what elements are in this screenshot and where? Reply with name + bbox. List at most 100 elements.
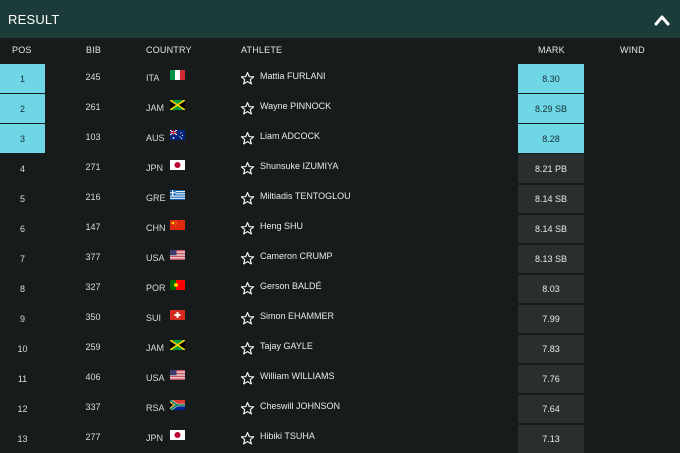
star-icon[interactable]	[240, 371, 255, 386]
table-row: 2 261 JAM Wayne PINNOCK 8.29 SB	[0, 94, 680, 123]
bib-cell: 103	[85, 132, 101, 142]
mark-cell: 7.76	[518, 364, 584, 393]
mark-cell: 8.28	[518, 124, 584, 153]
bib-cell: 261	[85, 102, 101, 112]
table-row: 1 245 ITA Mattia FURLANI 8.30	[0, 64, 680, 93]
country-code: RSA	[146, 403, 165, 413]
flag-icon	[170, 370, 185, 380]
star-icon[interactable]	[240, 101, 255, 116]
table-row: 6 147 CHN Heng SHU 8.14 SB	[0, 214, 680, 243]
athlete-name[interactable]: Cheswill JOHNSON	[260, 401, 340, 411]
star-icon[interactable]	[240, 191, 255, 206]
star-icon[interactable]	[240, 311, 255, 326]
position-cell: 13	[17, 433, 28, 444]
flag-icon	[170, 220, 185, 230]
athlete-name[interactable]: Mattia FURLANI	[260, 71, 326, 81]
star-icon[interactable]	[240, 131, 255, 146]
country-code: AUS	[146, 133, 165, 143]
table-row: 4 271 JPN Shunsuke IZUMIYA 8.21 PB	[0, 154, 680, 183]
flag-icon	[170, 70, 185, 80]
star-icon[interactable]	[240, 71, 255, 86]
position-cell: 5	[19, 193, 25, 204]
position-cell: 8	[19, 283, 25, 294]
star-icon[interactable]	[240, 281, 255, 296]
column-header-wind: WIND	[620, 45, 645, 55]
country-code: JAM	[146, 343, 164, 353]
position-cell: 9	[19, 313, 25, 324]
country-code: JPN	[146, 163, 164, 173]
position-cell: 6	[19, 223, 25, 234]
flag-icon	[170, 430, 185, 440]
flag-icon	[170, 160, 185, 170]
country-code: ITA	[146, 73, 160, 83]
bib-cell: 337	[85, 402, 101, 412]
bib-cell: 259	[85, 342, 101, 352]
athlete-name[interactable]: Cameron CRUMP	[260, 251, 333, 261]
star-icon[interactable]	[240, 161, 255, 176]
athlete-name[interactable]: Gerson BALDÉ	[260, 281, 322, 291]
mark-cell: 8.29 SB	[518, 94, 584, 123]
athlete-name[interactable]: Hibiki TSUHA	[260, 431, 315, 441]
flag-icon	[170, 130, 185, 140]
column-header-country: COUNTRY	[146, 45, 192, 55]
athlete-name[interactable]: Wayne PINNOCK	[260, 101, 331, 111]
position-cell: 10	[17, 343, 28, 354]
flag-icon	[170, 100, 185, 110]
flag-icon	[170, 280, 185, 290]
star-icon[interactable]	[240, 341, 255, 356]
bib-cell: 245	[85, 72, 101, 82]
flag-icon	[170, 400, 185, 410]
table-row: 13 277 JPN Hibiki TSUHA 7.13	[0, 424, 680, 453]
table-row: 9 350 SUI Simon EHAMMER 7.99	[0, 304, 680, 333]
flag-icon	[170, 190, 185, 200]
country-code: JPN	[146, 433, 164, 443]
bib-cell: 216	[85, 192, 101, 202]
mark-cell: 8.13 SB	[518, 244, 584, 273]
star-icon[interactable]	[240, 401, 255, 416]
country-code: USA	[146, 373, 165, 383]
position-cell: 3	[0, 124, 45, 153]
bib-cell: 406	[85, 372, 101, 382]
bib-cell: 277	[85, 432, 101, 442]
country-code: JAM	[146, 103, 164, 113]
country-code: USA	[146, 253, 165, 263]
flag-icon	[170, 340, 185, 350]
athlete-name[interactable]: Tajay GAYLE	[260, 341, 313, 351]
mark-cell: 7.83	[518, 334, 584, 363]
athlete-name[interactable]: Simon EHAMMER	[260, 311, 334, 321]
athlete-name[interactable]: Heng SHU	[260, 221, 303, 231]
flag-icon	[170, 310, 185, 320]
column-header-mark: MARK	[538, 45, 565, 55]
position-cell: 12	[17, 403, 28, 414]
athlete-name[interactable]: Miltiadis TENTOGLOU	[260, 191, 351, 201]
table-row: 5 216 GRE Miltiadis TENTOGLOU 8.14 SB	[0, 184, 680, 213]
mark-cell: 8.30	[518, 64, 584, 93]
mark-cell: 8.21 PB	[518, 154, 584, 183]
flag-icon	[170, 250, 185, 260]
country-code: GRE	[146, 193, 166, 203]
mark-cell: 7.13	[518, 424, 584, 453]
star-icon[interactable]	[240, 251, 255, 266]
table-row: 8 327 POR Gerson BALDÉ 8.03	[0, 274, 680, 303]
star-icon[interactable]	[240, 221, 255, 236]
bib-cell: 327	[85, 282, 101, 292]
result-header[interactable]: RESULT	[0, 0, 680, 38]
result-title: RESULT	[8, 12, 60, 27]
position-cell: 1	[0, 64, 45, 93]
table-row: 12 337 RSA Cheswill JOHNSON 7.64	[0, 394, 680, 423]
bib-cell: 271	[85, 162, 101, 172]
country-code: POR	[146, 283, 166, 293]
mark-cell: 8.03	[518, 274, 584, 303]
column-header-pos: POS	[12, 45, 32, 55]
table-row: 10 259 JAM Tajay GAYLE 7.83	[0, 334, 680, 363]
position-cell: 11	[17, 373, 28, 384]
country-code: CHN	[146, 223, 166, 233]
column-header-bib: BIB	[86, 45, 102, 55]
athlete-name[interactable]: Liam ADCOCK	[260, 131, 320, 141]
bib-cell: 147	[85, 222, 101, 232]
athlete-name[interactable]: William WILLIAMS	[260, 371, 335, 381]
chevron-up-icon[interactable]	[654, 13, 670, 27]
athlete-name[interactable]: Shunsuke IZUMIYA	[260, 161, 338, 171]
star-icon[interactable]	[240, 431, 255, 446]
bib-cell: 350	[85, 312, 101, 322]
